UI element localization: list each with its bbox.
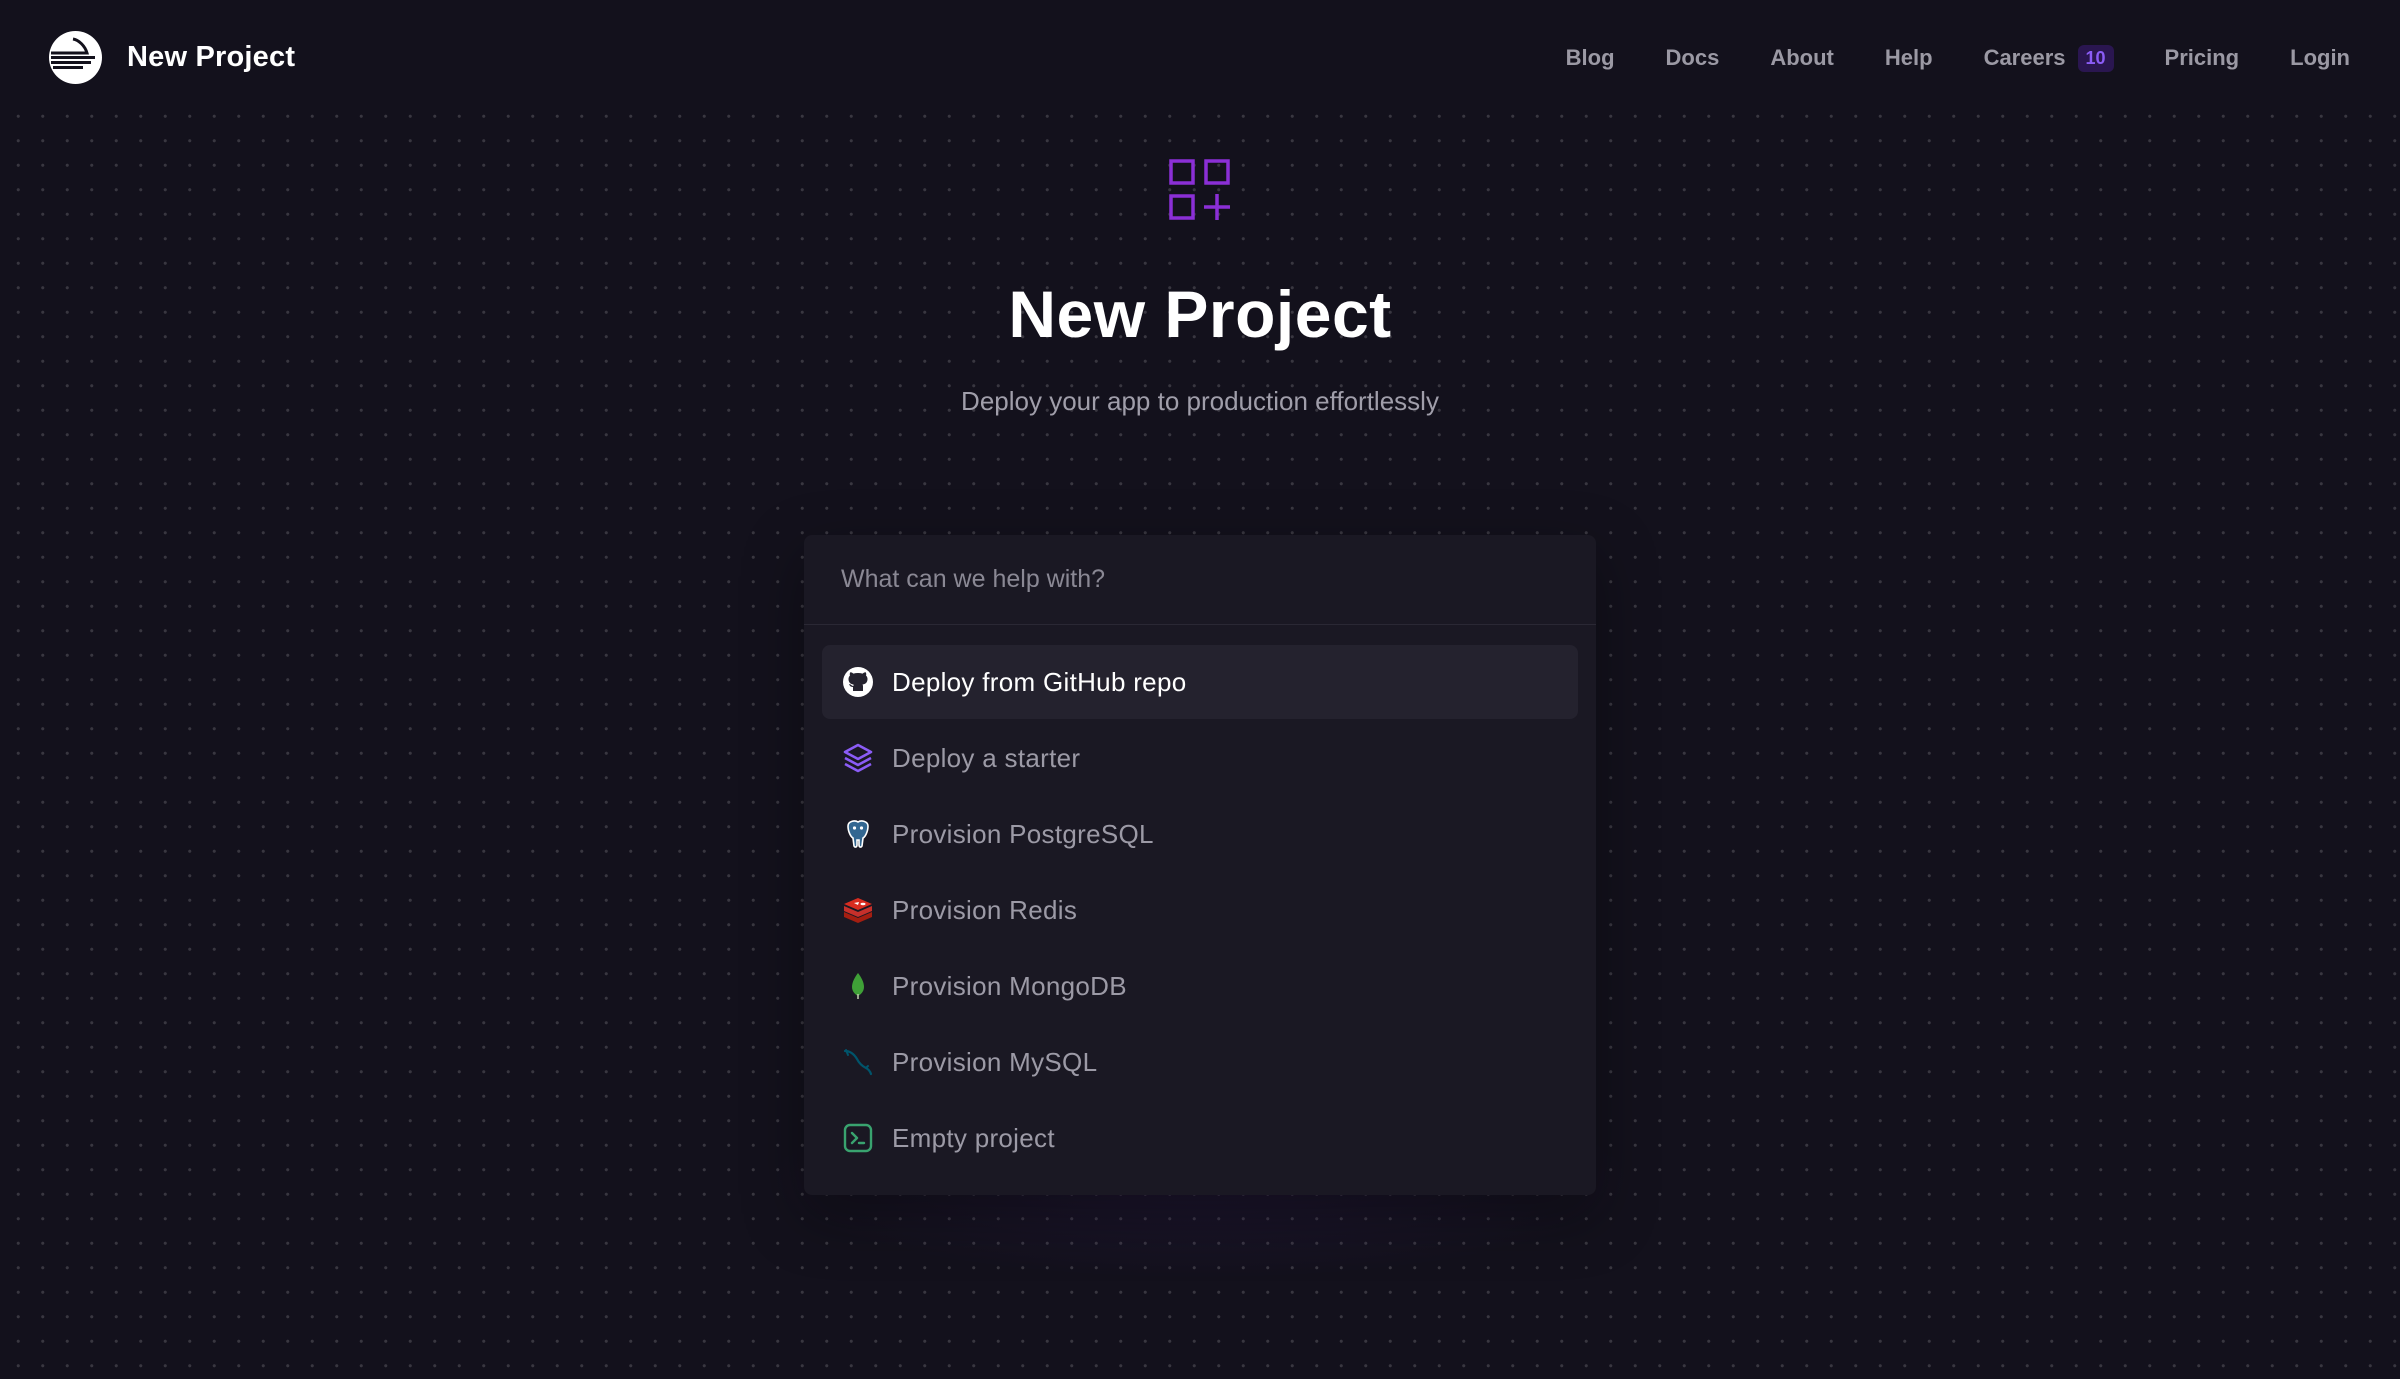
brand[interactable]: New Project	[49, 30, 295, 84]
mysql-icon	[841, 1045, 875, 1079]
nav-link-login[interactable]: Login	[2290, 45, 2350, 71]
option-label: Deploy from GitHub repo	[892, 666, 1187, 697]
search-input[interactable]	[804, 535, 1596, 625]
nav-link-blog[interactable]: Blog	[1566, 45, 1615, 71]
nav-link-pricing[interactable]: Pricing	[2165, 45, 2240, 71]
terminal-icon	[841, 1121, 875, 1155]
command-options-list: Deploy from GitHub repo Deploy a starter	[822, 645, 1578, 1177]
postgresql-icon	[841, 817, 875, 851]
nav-link-docs[interactable]: Docs	[1666, 45, 1720, 71]
option-label: Provision MongoDB	[892, 970, 1127, 1001]
option-empty-project[interactable]: Empty project	[822, 1101, 1578, 1175]
nav-links: Blog Docs About Help Careers 10 Pricing …	[1566, 38, 2350, 78]
page-subtitle: Deploy your app to production effortless…	[961, 386, 1439, 416]
option-provision-postgresql[interactable]: Provision PostgreSQL	[822, 797, 1578, 871]
brand-name: New Project	[127, 40, 296, 73]
redis-icon	[841, 893, 875, 927]
option-deploy-starter[interactable]: Deploy a starter	[822, 721, 1578, 795]
nav-link-about[interactable]: About	[1770, 45, 1834, 71]
railway-logo-icon	[49, 30, 102, 84]
command-menu: Deploy from GitHub repo Deploy a starter	[804, 535, 1596, 1195]
nav-link-careers-label: Careers	[1983, 45, 2066, 70]
option-label: Provision Redis	[892, 894, 1078, 925]
option-label: Empty project	[892, 1122, 1055, 1153]
careers-count-badge: 10	[2077, 44, 2114, 72]
nav-link-careers[interactable]: Careers 10	[1983, 44, 2114, 72]
option-label: Provision PostgreSQL	[892, 818, 1154, 849]
option-provision-redis[interactable]: Provision Redis	[822, 873, 1578, 947]
mongodb-icon	[841, 969, 875, 1003]
option-provision-mysql[interactable]: Provision MySQL	[822, 1025, 1578, 1099]
option-provision-mongodb[interactable]: Provision MongoDB	[822, 949, 1578, 1023]
layers-icon	[841, 741, 875, 775]
nav-link-help[interactable]: Help	[1885, 45, 1933, 71]
option-label: Provision MySQL	[892, 1046, 1098, 1077]
top-navbar: New Project Blog Docs About Help Careers…	[0, 0, 2400, 114]
grid-plus-icon	[1164, 156, 1236, 228]
github-icon	[841, 665, 875, 699]
page-title: New Project	[1008, 277, 1392, 351]
option-label: Deploy a starter	[892, 742, 1081, 773]
option-deploy-github[interactable]: Deploy from GitHub repo	[822, 645, 1578, 719]
